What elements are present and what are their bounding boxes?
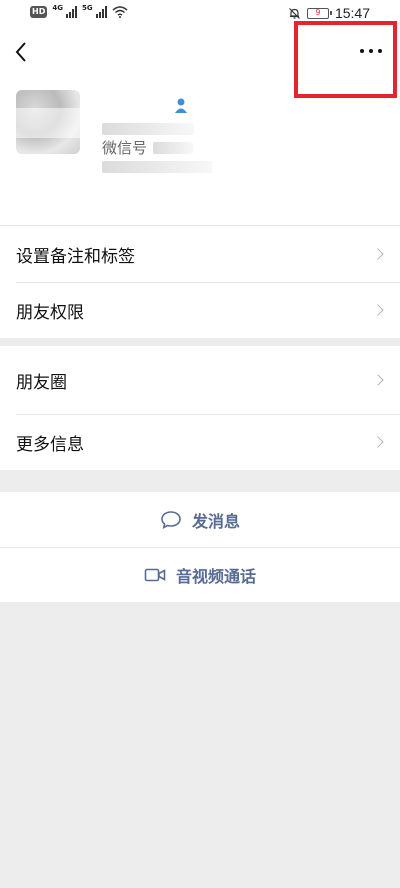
video-camera-icon (144, 568, 166, 582)
chevron-right-icon (372, 374, 384, 386)
wechat-id-label: 微信号 (102, 139, 148, 157)
signal-icon-2 (95, 6, 107, 18)
send-message-button[interactable]: 发消息 (0, 492, 400, 547)
dot-icon (360, 49, 364, 53)
chevron-right-icon (372, 304, 384, 316)
wechat-id-row: 微信号 (102, 135, 212, 161)
battery-icon: 9 (306, 7, 332, 19)
wifi-icon (112, 6, 128, 18)
video-call-button[interactable]: 音视频通话 (0, 547, 400, 602)
profile-info: 微信号 (102, 123, 212, 173)
profile-card: 微信号 (0, 76, 400, 226)
friend-permissions-label: 朋友权限 (16, 302, 84, 323)
more-options-button[interactable] (356, 40, 386, 62)
network-type-1: 4G (52, 4, 63, 12)
region-row (102, 161, 212, 173)
redacted-region (102, 161, 212, 173)
network-type-2: 5G (81, 4, 93, 12)
social-group: 朋友圈 更多信息 (0, 346, 400, 470)
dot-icon (378, 49, 382, 53)
remark-tags-row[interactable]: 设置备注和标签 (0, 226, 400, 282)
status-left: HD 4G 5G (30, 4, 128, 18)
chevron-right-icon (372, 248, 384, 260)
friend-permissions-row[interactable]: 朋友权限 (0, 282, 400, 338)
chevron-right-icon (372, 436, 384, 448)
signal-icon (65, 6, 77, 18)
hd-badge: HD (30, 6, 48, 18)
redacted-nickname (102, 123, 194, 135)
clock: 15:47 (334, 5, 370, 21)
actions-group: 发消息 音视频通话 (0, 492, 400, 602)
nickname-row (102, 123, 212, 135)
redacted-wechat-id (153, 142, 194, 154)
video-call-label: 音视频通话 (175, 567, 256, 586)
avatar[interactable] (16, 90, 80, 154)
back-icon[interactable] (10, 38, 34, 66)
moments-label: 朋友圈 (16, 372, 67, 393)
moments-row[interactable]: 朋友圈 (0, 346, 400, 414)
more-info-label: 更多信息 (16, 434, 84, 455)
more-info-row[interactable]: 更多信息 (0, 414, 400, 470)
mute-bell-icon (289, 7, 300, 19)
remark-tags-label: 设置备注和标签 (16, 246, 135, 267)
send-message-label: 发消息 (191, 511, 240, 531)
dot-icon (369, 49, 373, 53)
gender-icon (175, 98, 187, 113)
chat-bubble-icon (161, 510, 181, 529)
settings-group: 设置备注和标签 朋友权限 (0, 226, 400, 338)
status-right: 9 15:47 (288, 5, 370, 21)
